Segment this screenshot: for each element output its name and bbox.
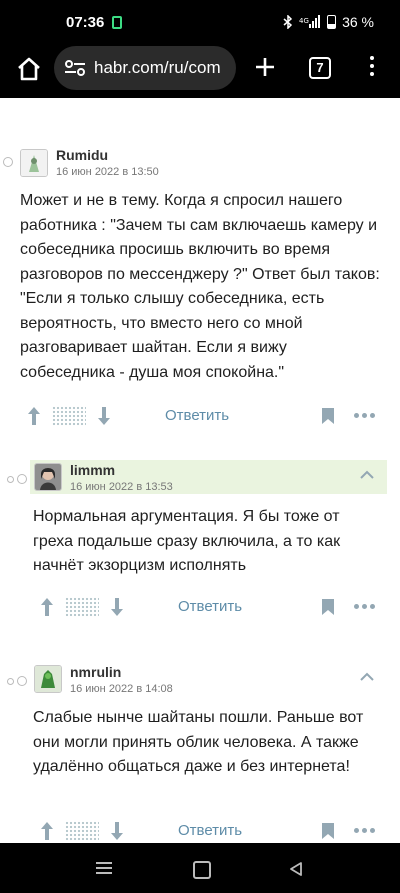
comment-text: Нормальная аргументация. Я бы тоже от гр… xyxy=(33,508,341,574)
more-options-icon[interactable] xyxy=(354,604,376,610)
url-text: habr.com/ru/com xyxy=(94,58,221,77)
reply-button[interactable]: Ответить xyxy=(178,822,242,839)
home-nav-icon[interactable] xyxy=(193,861,211,879)
back-icon[interactable] xyxy=(288,861,304,877)
system-nav-bar xyxy=(0,843,400,893)
vote-down-icon[interactable] xyxy=(109,820,125,842)
vote-down-icon[interactable] xyxy=(96,405,112,427)
status-time: 07:36 xyxy=(66,14,105,31)
comment-text: Может и не в тему. Когда я спросил нашег… xyxy=(20,192,380,381)
bookmark-icon[interactable] xyxy=(321,598,335,616)
browser-toolbar: habr.com/ru/com 7 xyxy=(0,44,400,98)
comment-header: Rumidu 16 июн 2022 в 13:50 xyxy=(20,147,159,178)
comment-author[interactable]: Rumidu xyxy=(56,147,159,163)
comment-date[interactable]: 16 июн 2022 в 13:50 xyxy=(56,166,159,178)
thread-marker xyxy=(3,157,13,167)
thread-marker xyxy=(7,678,14,685)
vote-up-icon[interactable] xyxy=(26,405,42,427)
avatar[interactable] xyxy=(34,665,62,693)
avatar[interactable] xyxy=(34,463,62,491)
vote-score xyxy=(52,406,86,426)
reply-button[interactable]: Ответить xyxy=(165,407,229,424)
battery-icon xyxy=(327,15,337,29)
comment-actions xyxy=(26,404,112,428)
comment-header: nmrulin 16 июн 2022 в 14:08 xyxy=(30,662,387,696)
reply-button[interactable]: Ответить xyxy=(178,598,242,615)
bluetooth-icon xyxy=(283,15,293,29)
notification-icon xyxy=(112,16,122,29)
address-bar[interactable]: habr.com/ru/com xyxy=(54,46,236,90)
thread-marker xyxy=(7,476,14,483)
previous-actions-row xyxy=(40,98,340,102)
vote-up-icon[interactable] xyxy=(39,596,55,618)
recent-apps-icon[interactable] xyxy=(96,862,112,876)
comment-author[interactable]: nmrulin xyxy=(70,664,173,680)
vote-score xyxy=(65,597,99,617)
vote-score xyxy=(65,821,99,841)
thread-marker xyxy=(17,474,27,484)
signal-icon: 4G xyxy=(299,15,321,28)
site-settings-icon[interactable] xyxy=(64,59,86,77)
more-options-icon[interactable] xyxy=(354,413,376,419)
home-icon[interactable] xyxy=(14,54,44,84)
status-indicators: 4G 36 % xyxy=(283,14,374,30)
thread-marker xyxy=(17,676,27,686)
comment-actions xyxy=(39,595,125,619)
comment-author[interactable]: limmm xyxy=(70,462,173,478)
new-tab-icon[interactable] xyxy=(250,52,280,82)
vote-up-icon[interactable] xyxy=(39,820,55,842)
avatar[interactable] xyxy=(20,148,48,177)
comment-text: Слабые нынче шайтаны пошли. Раньше вот о… xyxy=(33,709,364,775)
comment-date[interactable]: 16 июн 2022 в 14:08 xyxy=(70,683,173,695)
collapse-icon[interactable] xyxy=(359,670,375,682)
collapse-icon[interactable] xyxy=(359,468,375,480)
tab-switcher-button[interactable]: 7 xyxy=(309,57,331,79)
battery-percent: 36 % xyxy=(342,14,374,30)
comment-actions xyxy=(39,819,125,843)
status-bar: 07:36 4G 36 % xyxy=(0,0,400,44)
vote-down-icon[interactable] xyxy=(109,596,125,618)
bookmark-icon[interactable] xyxy=(321,407,335,425)
comments-area: Rumidu 16 июн 2022 в 13:50 Может и не в … xyxy=(0,98,400,843)
bookmark-icon[interactable] xyxy=(321,822,335,840)
more-options-icon[interactable] xyxy=(354,828,376,834)
comment-header: limmm 16 июн 2022 в 13:53 xyxy=(30,460,387,494)
svg-text:4G: 4G xyxy=(299,17,309,25)
more-menu-icon[interactable] xyxy=(366,56,378,80)
comment-date[interactable]: 16 июн 2022 в 13:53 xyxy=(70,481,173,493)
